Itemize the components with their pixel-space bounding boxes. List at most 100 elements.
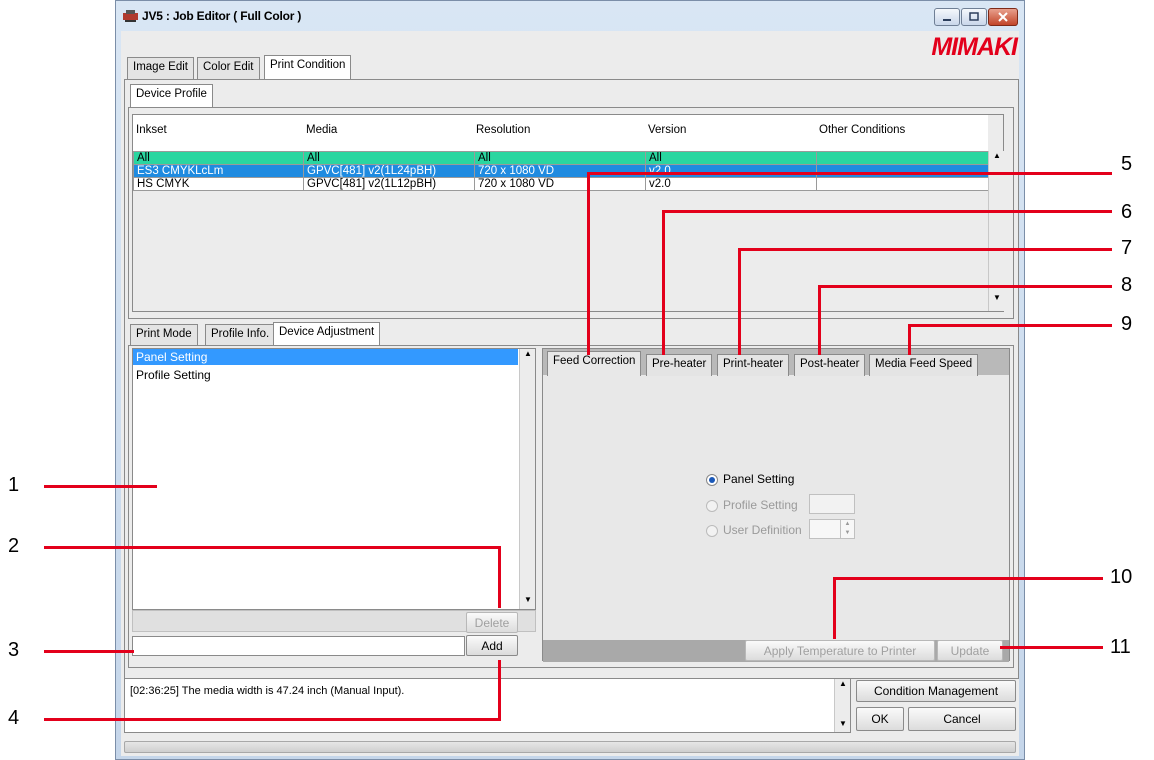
scroll-up-icon[interactable]: ▲ xyxy=(839,679,847,688)
label-profile-setting: Profile Setting xyxy=(723,498,798,512)
scroll-up-icon[interactable]: ▲ xyxy=(524,349,532,358)
cancel-button[interactable]: Cancel xyxy=(908,707,1016,731)
window-title: JV5 : Job Editor ( Full Color ) xyxy=(142,9,302,23)
job-editor-window: JV5 : Job Editor ( Full Color ) MIMAKI I… xyxy=(115,0,1025,760)
title-bar[interactable]: JV5 : Job Editor ( Full Color ) xyxy=(116,1,1024,31)
update-button[interactable]: Update xyxy=(937,640,1003,661)
scroll-up-icon[interactable]: ▲ xyxy=(993,151,1001,160)
cell-version: All xyxy=(645,151,817,165)
tab-media-feed-speed[interactable]: Media Feed Speed xyxy=(869,354,979,376)
radio-profile-setting[interactable] xyxy=(706,500,718,512)
callout-line-5 xyxy=(587,172,1112,175)
table-row[interactable]: HS CMYK GPVC[481] v2(1L12pBH) 720 x 1080… xyxy=(133,177,991,191)
callout-label-8: 8 xyxy=(1121,274,1133,296)
cell-resolution: 720 x 1080 VD xyxy=(474,177,646,191)
cell-inkset: All xyxy=(133,151,304,165)
cell-resolution: All xyxy=(474,151,646,165)
client-area: MIMAKI Image Edit Color Edit Print Condi… xyxy=(121,31,1019,756)
close-icon xyxy=(998,12,1008,22)
setting-list: Panel Setting Profile Setting ▲ ▼ xyxy=(132,348,536,610)
callout-line-1 xyxy=(44,485,157,488)
label-panel-setting: Panel Setting xyxy=(723,472,795,486)
add-setting-input[interactable] xyxy=(132,636,465,656)
column-header-version[interactable]: Version xyxy=(648,124,686,136)
callout-label-1: 1 xyxy=(8,474,20,496)
user-definition-stepper[interactable]: ▲ ▼ xyxy=(809,519,855,539)
scroll-down-icon[interactable]: ▼ xyxy=(839,719,847,728)
cell-media: GPVC[481] v2(1L12pBH) xyxy=(303,177,475,191)
cell-version: v2.0 xyxy=(645,164,817,178)
tab-color-edit[interactable]: Color Edit xyxy=(197,57,260,79)
cell-resolution: 720 x 1080 VD xyxy=(474,164,646,178)
cell-other xyxy=(816,177,991,191)
callout-line-10 xyxy=(833,577,1103,580)
callout-label-5: 5 xyxy=(1121,153,1133,175)
callout-line-4-vertical xyxy=(498,660,501,721)
column-header-resolution[interactable]: Resolution xyxy=(476,124,530,136)
tab-feed-correction[interactable]: Feed Correction xyxy=(547,351,642,376)
cell-other xyxy=(816,164,991,178)
tab-print-condition[interactable]: Print Condition xyxy=(264,55,352,79)
tab-pre-heater[interactable]: Pre-heater xyxy=(646,354,713,376)
column-header-media[interactable]: Media xyxy=(306,124,337,136)
profile-table-area: Inkset Media Resolution Version Other Co… xyxy=(132,114,1004,312)
callout-label-3: 3 xyxy=(8,639,20,661)
tab-post-heater[interactable]: Post-heater xyxy=(794,354,866,376)
table-row[interactable]: All All All All xyxy=(133,151,991,165)
minimize-button[interactable] xyxy=(934,8,960,26)
callout-line-7-vertical xyxy=(738,248,741,355)
callout-line-6-vertical xyxy=(662,210,665,355)
list-item[interactable]: Profile Setting xyxy=(133,367,518,383)
profile-setting-field[interactable] xyxy=(809,494,855,514)
cell-other xyxy=(816,151,991,165)
callout-line-2 xyxy=(44,546,501,549)
callout-line-9-vertical xyxy=(908,324,911,355)
column-header-inkset[interactable]: Inkset xyxy=(136,124,167,136)
delete-button[interactable]: Delete xyxy=(466,612,518,633)
mimaki-logo: MIMAKI xyxy=(931,33,1018,61)
callout-label-6: 6 xyxy=(1121,201,1133,223)
callout-line-7 xyxy=(738,248,1112,251)
log-scrollbar[interactable]: ▲ ▼ xyxy=(834,679,850,732)
callout-line-8 xyxy=(818,285,1112,288)
tab-image-edit[interactable]: Image Edit xyxy=(127,57,194,79)
tab-device-adjustment[interactable]: Device Adjustment xyxy=(273,322,381,346)
maximize-icon xyxy=(969,12,979,21)
app-icon xyxy=(123,10,138,22)
callout-line-10-vertical xyxy=(833,577,836,639)
list-scrollbar[interactable]: ▲ ▼ xyxy=(519,349,535,609)
profile-table: All All All All ES3 CMYKLcLm GPVC[481] v… xyxy=(133,151,991,191)
cell-inkset: ES3 CMYKLcLm xyxy=(133,164,304,178)
close-button[interactable] xyxy=(988,8,1018,26)
table-row-selected[interactable]: ES3 CMYKLcLm GPVC[481] v2(1L24pBH) 720 x… xyxy=(133,164,991,178)
table-header: Inkset Media Resolution Version Other Co… xyxy=(133,115,988,151)
label-user-definition: User Definition xyxy=(723,523,802,537)
adjustment-tab-panel: Feed Correction Pre-heater Print-heater … xyxy=(542,348,1010,662)
condition-management-button[interactable]: Condition Management xyxy=(856,680,1016,702)
callout-label-2: 2 xyxy=(8,535,20,557)
callout-line-11 xyxy=(1000,646,1103,649)
callout-line-6 xyxy=(662,210,1112,213)
ok-button[interactable]: OK xyxy=(856,707,904,731)
callout-line-9 xyxy=(908,324,1112,327)
scroll-down-icon[interactable]: ▼ xyxy=(993,293,1001,302)
add-button[interactable]: Add xyxy=(466,635,518,656)
tab-device-profile[interactable]: Device Profile xyxy=(130,84,213,108)
maximize-button[interactable] xyxy=(961,8,987,26)
tab-print-mode[interactable]: Print Mode xyxy=(130,324,198,346)
log-area: [02:36:25] The media width is 47.24 inch… xyxy=(124,678,851,733)
radio-panel-setting[interactable] xyxy=(706,474,718,486)
list-item-selected[interactable]: Panel Setting xyxy=(133,349,518,365)
callout-line-8-vertical xyxy=(818,285,821,355)
cell-inkset: HS CMYK xyxy=(133,177,304,191)
tab-profile-info[interactable]: Profile Info. xyxy=(205,324,276,346)
stepper-arrows-icon[interactable]: ▲ ▼ xyxy=(840,520,854,538)
radio-user-definition[interactable] xyxy=(706,525,718,537)
tab-print-heater[interactable]: Print-heater xyxy=(717,354,790,376)
column-header-other-conditions[interactable]: Other Conditions xyxy=(819,124,905,136)
apply-temperature-button[interactable]: Apply Temperature to Printer xyxy=(745,640,935,661)
scroll-down-icon[interactable]: ▼ xyxy=(524,595,532,604)
minimize-icon xyxy=(943,19,951,21)
callout-line-2-vertical xyxy=(498,546,501,608)
cell-media: GPVC[481] v2(1L24pBH) xyxy=(303,164,475,178)
